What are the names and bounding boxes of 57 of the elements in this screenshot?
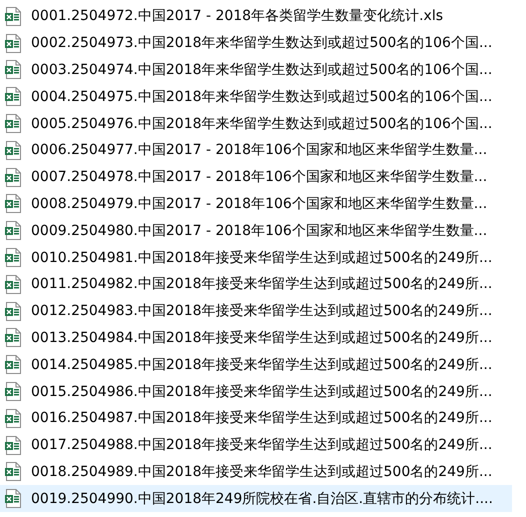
file-name: 0001.2504972.中国2017 - 2018年各类留学生数量变化统计.xls — [31, 7, 444, 26]
spreadsheet-file-icon — [5, 6, 21, 26]
file-name: 0008.2504979.中国2017 - 2018年106个国家和地区来华留学生数量... — [31, 194, 488, 213]
file-name: 0007.2504978.中国2017 - 2018年106个国家和地区来华留学生数量... — [31, 168, 488, 186]
spreadsheet-file-icon — [5, 60, 21, 80]
spreadsheet-file-icon — [5, 221, 21, 240]
file-name: 0002.2504973.中国2018年来华留学生数达到或超过500名的106个国... — [31, 34, 492, 52]
spreadsheet-file-icon — [5, 462, 21, 482]
spreadsheet-file-icon — [5, 248, 21, 268]
spreadsheet-file-icon — [5, 274, 21, 294]
file-item[interactable]: 0016.2504987.中国2018年接受来华留学生达到或超过500名的249所... — [0, 404, 512, 432]
spreadsheet-file-icon — [5, 194, 21, 214]
spreadsheet-file-icon — [5, 328, 21, 348]
file-item[interactable]: 0018.2504989.中国2018年接受来华留学生达到或超过500名的249所... — [0, 458, 512, 486]
file-item[interactable]: 0012.2504983.中国2018年接受来华留学生达到或超过500名的249所... — [0, 298, 512, 325]
file-item[interactable]: 0004.2504975.中国2018年来华留学生数达到或超过500名的106个国... — [0, 83, 512, 110]
spreadsheet-file-icon — [5, 302, 21, 321]
file-item[interactable]: 0011.2504982.中国2018年接受来华留学生达到或超过500名的249所... — [0, 270, 512, 298]
file-name: 0017.2504988.中国2018年接受来华留学生达到或超过500名的249所... — [31, 436, 492, 454]
file-item[interactable]: 0014.2504985.中国2018年接受来华留学生达到或超过500名的249所... — [0, 351, 512, 378]
spreadsheet-file-icon — [5, 34, 21, 53]
file-name: 0019.2504990.中国2018年249所院校在省.自治区.直辖市的分布统计.... — [31, 490, 493, 508]
file-item[interactable]: 0009.2504980.中国2017 - 2018年106个国家和地区来华留学生数量... — [0, 217, 512, 244]
file-name: 0015.2504986.中国2018年接受来华留学生达到或超过500名的249所... — [31, 382, 492, 401]
file-name: 0018.2504989.中国2018年接受来华留学生达到或超过500名的249所... — [31, 462, 492, 481]
file-item[interactable]: 0005.2504976.中国2018年来华留学生数达到或超过500名的106个国... — [0, 110, 512, 137]
file-item[interactable]: 0008.2504979.中国2017 - 2018年106个国家和地区来华留学生数量... — [0, 190, 512, 218]
file-item[interactable]: 0003.2504974.中国2018年来华留学生数达到或超过500名的106个国... — [0, 56, 512, 84]
file-item[interactable]: 0015.2504986.中国2018年接受来华留学生达到或超过500名的249所... — [0, 378, 512, 405]
file-name: 0010.2504981.中国2018年接受来华留学生达到或超过500名的249所... — [31, 248, 492, 267]
file-item[interactable]: 0001.2504972.中国2017 - 2018年各类留学生数量变化统计.xls — [0, 3, 512, 30]
file-item[interactable]: 0019.2504990.中国2018年249所院校在省.自治区.直辖市的分布统计.... — [0, 485, 512, 512]
file-item[interactable]: 0006.2504977.中国2017 - 2018年106个国家和地区来华留学生数量... — [0, 136, 512, 164]
spreadsheet-file-icon — [5, 436, 21, 455]
spreadsheet-file-icon — [5, 168, 21, 187]
file-name: 0014.2504985.中国2018年接受来华留学生达到或超过500名的249所... — [31, 356, 492, 374]
file-item[interactable]: 0013.2504984.中国2018年接受来华留学生达到或超过500名的249所... — [0, 324, 512, 352]
file-name: 0004.2504975.中国2018年来华留学生数达到或超过500名的106个国... — [31, 88, 492, 106]
spreadsheet-file-icon — [5, 355, 21, 374]
spreadsheet-file-icon — [5, 408, 21, 428]
file-name: 0012.2504983.中国2018年接受来华留学生达到或超过500名的249所... — [31, 302, 492, 320]
file-name: 0009.2504980.中国2017 - 2018年106个国家和地区来华留学生数量... — [31, 222, 488, 240]
file-item[interactable]: 0017.2504988.中国2018年接受来华留学生达到或超过500名的249所... — [0, 432, 512, 459]
file-name: 0006.2504977.中国2017 - 2018年106个国家和地区来华留学生数量... — [31, 141, 488, 160]
spreadsheet-file-icon — [5, 382, 21, 402]
file-item[interactable]: 0002.2504973.中国2018年来华留学生数达到或超过500名的106个国... — [0, 30, 512, 57]
file-name: 0003.2504974.中国2018年来华留学生数达到或超过500名的106个国... — [31, 60, 492, 79]
file-item[interactable]: 0007.2504978.中国2017 - 2018年106个国家和地区来华留学生数量... — [0, 164, 512, 191]
file-name: 0011.2504982.中国2018年接受来华留学生达到或超过500名的249所... — [31, 275, 492, 294]
file-item[interactable]: 0010.2504981.中国2018年接受来华留学生达到或超过500名的249所... — [0, 244, 512, 271]
spreadsheet-file-icon — [5, 489, 21, 508]
file-name: 0013.2504984.中国2018年接受来华留学生达到或超过500名的249所... — [31, 328, 492, 347]
file-name: 0016.2504987.中国2018年接受来华留学生达到或超过500名的249所... — [31, 409, 492, 428]
spreadsheet-file-icon — [5, 114, 21, 134]
spreadsheet-file-icon — [5, 87, 21, 106]
spreadsheet-file-icon — [5, 140, 21, 160]
file-name: 0005.2504976.中国2018年来华留学生数达到或超过500名的106个国... — [31, 114, 492, 133]
